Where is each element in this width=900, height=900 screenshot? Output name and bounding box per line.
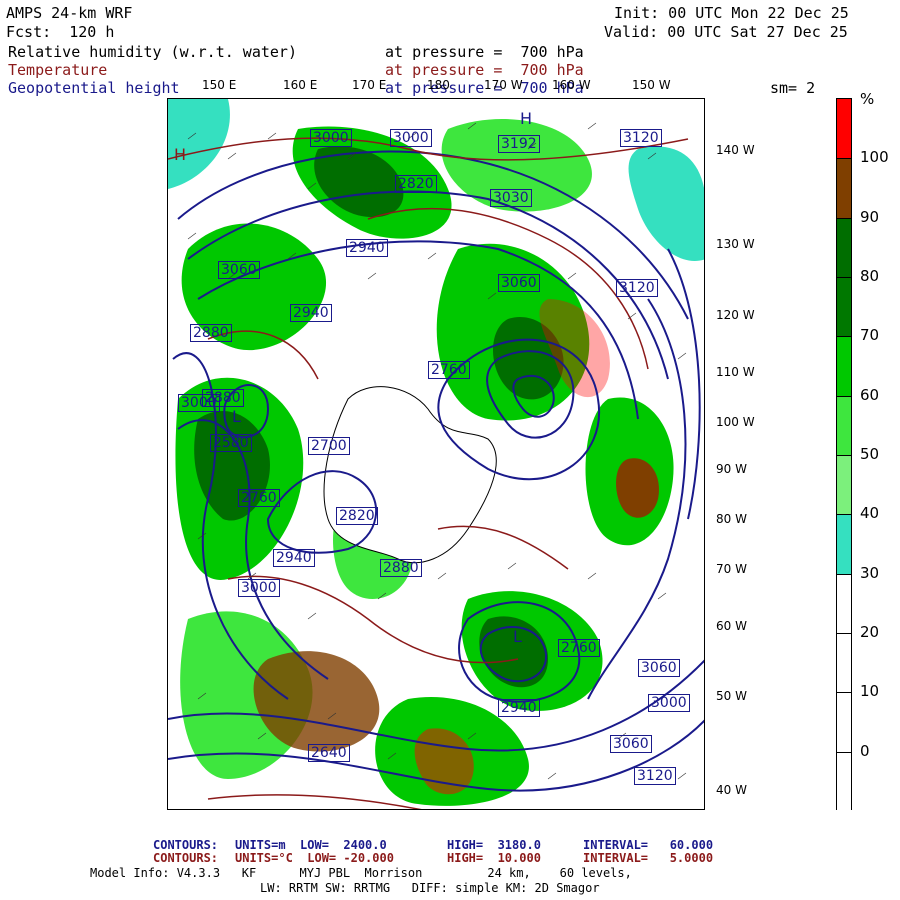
contours-temp-high: HIGH= 10.000 [447, 851, 541, 865]
lat-label: 80 W [716, 512, 747, 526]
field-hgt-name: Geopotential height [8, 79, 180, 97]
height-contour-label: 2940 [498, 699, 540, 717]
antarctic-map: H H L L 3000 3000 3192 3120 2820 3030 2940 3060… [167, 98, 705, 810]
lat-label: 100 W [716, 415, 755, 429]
colorbar-label: 60 [860, 385, 880, 404]
height-contour-label: 3060 [218, 261, 260, 279]
height-contour-label: 2880 [202, 389, 244, 407]
lon-label: 150 E [202, 78, 237, 92]
height-contour-label: 3030 [490, 189, 532, 207]
high-marker: H [520, 109, 533, 128]
height-contour-label: 2820 [336, 507, 378, 525]
height-contour-label: 3120 [634, 767, 676, 785]
contours-temp-label: CONTOURS: [153, 851, 219, 865]
lat-label: 40 W [716, 783, 747, 797]
lon-label: 170 W [484, 78, 523, 92]
height-contour-label: 3060 [498, 274, 540, 292]
lat-label: 120 W [716, 308, 755, 322]
height-contour-label: 2880 [380, 559, 422, 577]
high-marker: H [174, 145, 187, 164]
height-contour-label: 2760 [428, 361, 470, 379]
contours-height-high: HIGH= 3180.0 [447, 838, 541, 852]
height-contour-label: 3000 [238, 579, 280, 597]
lon-label: 160 W [552, 78, 591, 92]
smoothing-label: sm= 2 [770, 79, 816, 97]
colorbar-segment [837, 514, 851, 576]
field-temp-level: at pressure = 700 hPa [385, 61, 584, 79]
height-contour-label: 3060 [610, 735, 652, 753]
colorbar-label: 70 [860, 326, 880, 345]
lat-label: 90 W [716, 462, 747, 476]
low-marker: L [513, 627, 522, 646]
colorbar [836, 98, 852, 813]
lat-label: 60 W [716, 619, 747, 633]
height-contour-label: 2580 [210, 434, 252, 452]
lon-label: 160 E [283, 78, 318, 92]
lon-label: 150 W [632, 78, 671, 92]
height-contour-label: 2940 [273, 549, 315, 567]
colorbar-label: 0 [860, 741, 870, 760]
model-title: AMPS 24-km WRF [6, 4, 133, 22]
field-rh-level: at pressure = 700 hPa [385, 43, 584, 61]
contours-height-label: CONTOURS: [153, 838, 219, 852]
lat-label: 140 W [716, 143, 755, 157]
lat-label: 50 W [716, 689, 747, 703]
lat-label: 110 W [716, 365, 755, 379]
height-contour-label: 2940 [346, 239, 388, 257]
low-marker: L [232, 407, 241, 426]
valid-time: Valid: 00 UTC Sat 27 Dec 25 [604, 23, 848, 41]
colorbar-segment [837, 395, 851, 457]
colorbar-segment [837, 573, 851, 635]
colorbar-label: 80 [860, 267, 880, 285]
height-contour-label: 2760 [238, 489, 280, 507]
field-rh-name: Relative humidity (w.r.t. water) [8, 43, 297, 61]
model-info-2: LW: RRTM SW: RRTMG DIFF: simple KM: 2D S… [260, 881, 600, 895]
colorbar-segment [837, 277, 851, 338]
height-contour-label: 3000 [648, 694, 690, 712]
contours-temp-info: UNITS=°C LOW= -20.000 [235, 851, 394, 865]
colorbar-segment [837, 633, 851, 694]
height-contour-label: 3000 [390, 129, 432, 147]
model-info: Model Info: V4.3.3 KF MYJ PBL Morrison 2… [90, 866, 632, 880]
height-contour-label: 3120 [616, 279, 658, 297]
height-contour-label: 3120 [620, 129, 662, 147]
contours-temp-interval: INTERVAL= 5.0000 [583, 851, 714, 865]
colorbar-segment [837, 455, 851, 516]
colorbar-segment [837, 692, 851, 754]
height-contour-label: 2940 [290, 304, 332, 322]
colorbar-label: 40 [860, 504, 880, 523]
colorbar-label: 30 [860, 563, 880, 582]
colorbar-segment [837, 336, 851, 398]
contours-height-interval: INTERVAL= 60.000 [583, 838, 714, 852]
field-temp-name: Temperature [8, 61, 108, 79]
map-svg [168, 99, 704, 809]
colorbar-label: 90 [860, 207, 880, 226]
colorbar-unit: % [860, 90, 875, 108]
height-contour-label: 2640 [308, 744, 350, 762]
height-contour-label: 2700 [308, 437, 350, 455]
colorbar-segment [837, 99, 851, 159]
colorbar-label: 50 [860, 445, 880, 463]
lon-label: 180 [427, 78, 450, 92]
height-contour-label: 2760 [558, 639, 600, 657]
height-contour-label: 3192 [498, 135, 540, 153]
colorbar-label: 100 [860, 148, 889, 167]
lat-label: 130 W [716, 237, 755, 251]
colorbar-segment [837, 217, 851, 279]
colorbar-label: 20 [860, 623, 880, 641]
forecast-hour: Fcst: 120 h [6, 23, 115, 41]
colorbar-segment [837, 158, 851, 220]
lon-label: 170 E [352, 78, 387, 92]
height-contour-label: 2820 [395, 175, 437, 193]
height-contour-label: 2880 [190, 324, 232, 342]
contours-height-info: UNITS=m LOW= 2400.0 [235, 838, 387, 852]
init-time: Init: 00 UTC Mon 22 Dec 25 [614, 4, 849, 22]
lat-label: 70 W [716, 562, 747, 576]
colorbar-label: 10 [860, 682, 880, 701]
height-contour-label: 3000 [310, 129, 352, 147]
height-contour-label: 3060 [638, 659, 680, 677]
colorbar-segment [837, 751, 851, 813]
